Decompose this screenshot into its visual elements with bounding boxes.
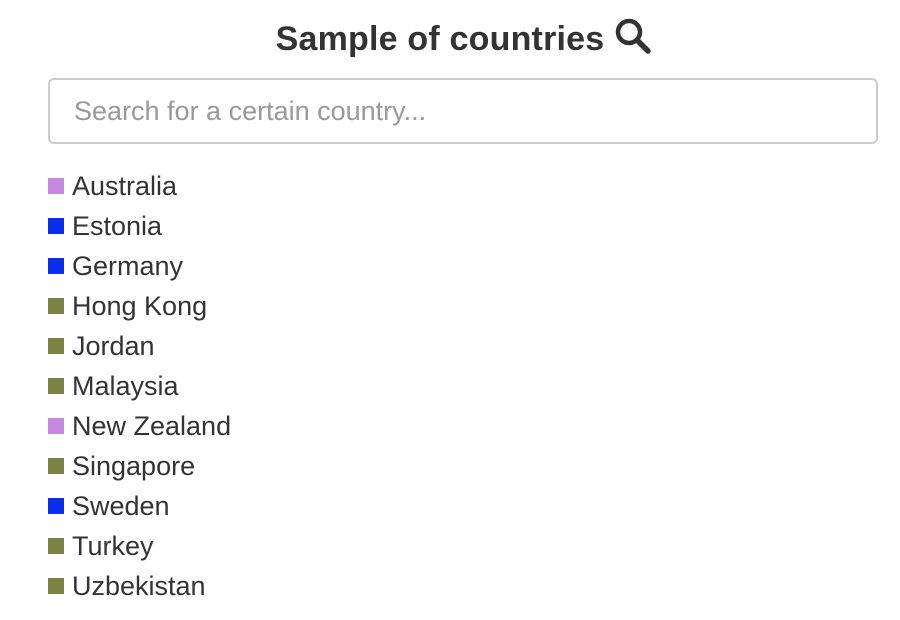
color-swatch xyxy=(48,418,64,434)
page-title: Sample of countries xyxy=(275,19,605,58)
list-item: Estonia xyxy=(48,206,231,246)
search-icon xyxy=(614,17,652,55)
list-item: Malaysia xyxy=(48,366,231,406)
country-name: Malaysia xyxy=(72,370,179,401)
color-swatch xyxy=(48,258,64,274)
list-item: Sweden xyxy=(48,486,231,526)
search-input[interactable] xyxy=(50,80,876,142)
country-name: Turkey xyxy=(72,530,154,561)
country-list: Australia Estonia Germany Hong Kong Jord… xyxy=(48,166,231,606)
country-name: Sweden xyxy=(72,490,170,521)
country-name: Singapore xyxy=(72,450,196,481)
country-name: Estonia xyxy=(72,210,163,241)
country-name: Jordan xyxy=(72,330,155,361)
list-item: Jordan xyxy=(48,326,231,366)
color-swatch xyxy=(48,178,64,194)
color-swatch xyxy=(48,218,64,234)
country-name: Uzbekistan xyxy=(72,570,206,601)
list-item: Uzbekistan xyxy=(48,566,231,606)
color-swatch xyxy=(48,298,64,314)
list-item: New Zealand xyxy=(48,406,231,446)
country-name: Germany xyxy=(72,250,184,281)
list-item: Hong Kong xyxy=(48,286,231,326)
search-box xyxy=(48,78,878,144)
country-name: Australia xyxy=(72,170,178,201)
list-item: Turkey xyxy=(48,526,231,566)
list-item: Singapore xyxy=(48,446,231,486)
color-swatch xyxy=(48,378,64,394)
color-swatch xyxy=(48,538,64,554)
list-item: Germany xyxy=(48,246,231,286)
color-swatch xyxy=(48,498,64,514)
country-name: Hong Kong xyxy=(72,290,208,321)
page-header: Sample of countries xyxy=(0,14,900,64)
color-swatch xyxy=(48,338,64,354)
color-swatch xyxy=(48,578,64,594)
color-swatch xyxy=(48,458,64,474)
country-name: New Zealand xyxy=(72,410,232,441)
list-item: Australia xyxy=(48,166,231,206)
